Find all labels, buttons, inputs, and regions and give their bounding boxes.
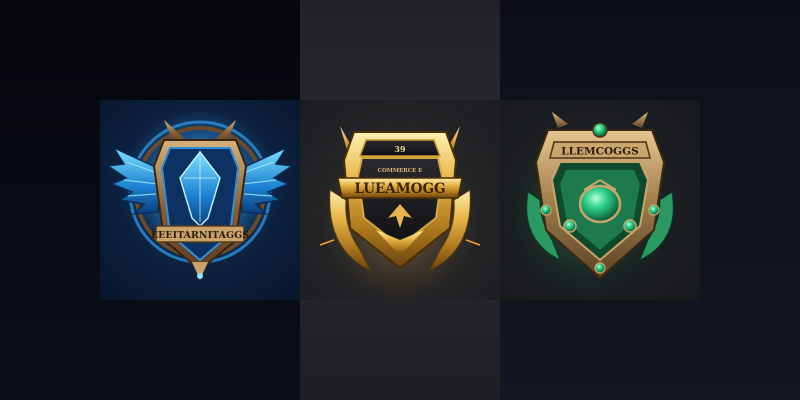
- green-banner-text: LLEMCOGGS: [561, 146, 638, 158]
- right-panel: LLEMCOGGS: [500, 0, 800, 400]
- middle-panel: 39 COMMERCE E LUEAMOGG: [300, 0, 500, 400]
- gold-subtext: COMMERCE E: [378, 168, 423, 174]
- gold-top-number: 39: [394, 144, 406, 154]
- gold-banner: LUEAMOGG: [337, 177, 463, 199]
- blue-badge-tile[interactable]: EEEITARNITAGGS: [100, 100, 300, 300]
- gold-shield-badge-icon: 39 COMMERCE E LUEAMOGG: [310, 120, 490, 300]
- green-gem-shield-badge-icon: LLEMCOGGS: [510, 112, 680, 295]
- green-banner: LLEMCOGGS: [549, 141, 651, 159]
- blue-winged-badge-icon: EEEITARNITAGGS: [105, 112, 295, 280]
- blue-banner-text: EEEITARNITAGGS: [151, 230, 249, 241]
- blue-banner: EEEITARNITAGGS: [151, 225, 249, 243]
- gold-banner-text: LUEAMOGG: [354, 181, 445, 197]
- left-panel: EEEITARNITAGGS: [0, 0, 300, 400]
- green-badge-tile[interactable]: LLEMCOGGS: [500, 100, 700, 300]
- gold-badge-tile[interactable]: 39 COMMERCE E LUEAMOGG: [300, 100, 500, 300]
- badge-showcase: EEEITARNITAGGS 39 COMMERCE E LUEAMOGG LL…: [0, 0, 800, 400]
